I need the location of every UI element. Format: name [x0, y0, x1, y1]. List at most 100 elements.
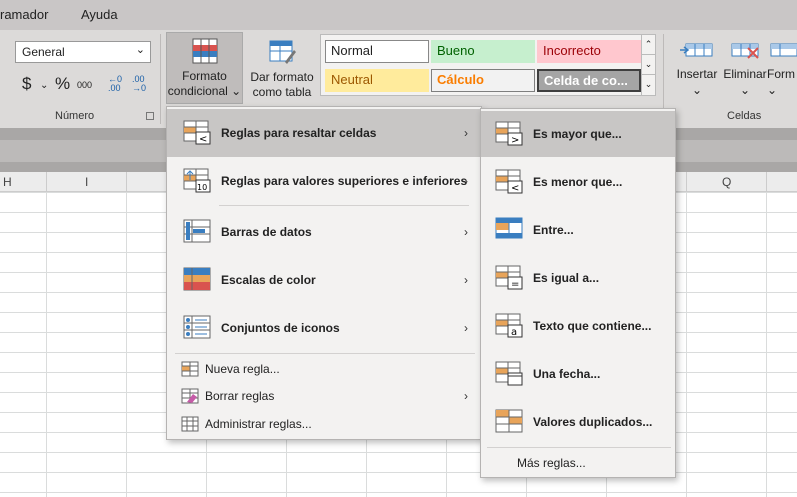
- svg-text:<: <: [199, 134, 207, 145]
- top-bottom-rules-icon: 10: [183, 168, 211, 193]
- menu-item-new-rule[interactable]: Nueva regla...: [167, 357, 481, 381]
- submenu-item-label: Valores duplicados...: [533, 415, 653, 429]
- chevron-down-icon: ⌄: [739, 83, 751, 97]
- column-header-q[interactable]: Q: [722, 175, 731, 189]
- menu-item-label: Escalas de color: [221, 273, 316, 287]
- chevron-down-icon: ⌄: [135, 44, 145, 56]
- conditional-format-icon: [192, 38, 217, 64]
- highlight-rules-submenu: > Es mayor que... < Es menor que... Entr…: [480, 108, 676, 478]
- submenu-item-more-rules[interactable]: Más reglas...: [481, 451, 675, 475]
- equal-to-icon: =: [495, 265, 523, 290]
- column-header-i[interactable]: I: [85, 175, 88, 189]
- chevron-right-icon: ›: [464, 174, 468, 188]
- conditional-format-menu: < Reglas para resaltar celdas › 10 Regla…: [166, 106, 482, 440]
- chevron-down-icon[interactable]: ⌄: [40, 80, 48, 91]
- number-group-label: Número: [55, 110, 95, 122]
- submenu-item-greater-than[interactable]: > Es mayor que...: [481, 111, 675, 157]
- styles-scroll[interactable]: ⌃ ⌄ ⌄: [641, 34, 656, 96]
- menu-bar: ramador Ayuda: [0, 0, 797, 30]
- svg-text:10: 10: [197, 183, 207, 192]
- duplicate-values-icon: [495, 409, 523, 433]
- menu-item-data-bars[interactable]: Barras de datos ›: [167, 208, 481, 256]
- submenu-item-between[interactable]: Entre...: [481, 207, 675, 253]
- submenu-item-label: Es mayor que...: [533, 127, 622, 141]
- submenu-item-text-contains[interactable]: a Texto que contiene...: [481, 303, 675, 349]
- calendar-icon: [495, 361, 523, 386]
- decrease-decimal-button[interactable]: .00 →0: [132, 75, 146, 93]
- insert-button[interactable]: Insertar ⌄: [673, 40, 721, 98]
- chevron-down-icon: ⌄: [691, 83, 703, 97]
- submenu-item-label: Entre...: [533, 223, 574, 237]
- menu-item-highlight-rules[interactable]: < Reglas para resaltar celdas ›: [167, 109, 481, 157]
- number-format-select[interactable]: General ⌄: [15, 41, 151, 63]
- style-incorrecto[interactable]: Incorrecto: [537, 40, 641, 63]
- submenu-item-label: Más reglas...: [517, 456, 586, 470]
- conditional-format-label-2: condicional: [167, 84, 228, 98]
- eraser-icon: [181, 388, 199, 404]
- submenu-item-date[interactable]: Una fecha...: [481, 351, 675, 397]
- conditional-format-button[interactable]: Formato condicional ⌄: [166, 32, 243, 104]
- format-table-icon: [269, 40, 296, 64]
- style-normal[interactable]: Normal: [325, 40, 429, 63]
- menu-item-label: Administrar reglas...: [205, 417, 312, 431]
- text-contains-icon: a: [495, 313, 523, 338]
- format-cells-icon: [770, 43, 797, 57]
- submenu-item-equal-to[interactable]: = Es igual a...: [481, 255, 675, 301]
- style-bueno[interactable]: Bueno: [431, 40, 535, 63]
- cell-styles-gallery: Normal Bueno Incorrecto Neutral Cálculo …: [320, 34, 642, 96]
- format-cells-label: Form: [767, 67, 795, 81]
- format-cells-button[interactable]: Form ⌄: [767, 40, 797, 98]
- thousands-button[interactable]: 000: [77, 80, 92, 90]
- separator: [175, 353, 475, 354]
- submenu-item-duplicates[interactable]: Valores duplicados...: [481, 399, 675, 445]
- format-table-label-2: como tabla: [252, 85, 312, 99]
- separator: [160, 34, 161, 124]
- number-dialog-launcher-icon[interactable]: [146, 112, 154, 120]
- chevron-right-icon: ›: [464, 126, 468, 140]
- menu-item-color-scales[interactable]: Escalas de color ›: [167, 256, 481, 304]
- chevron-right-icon: ›: [464, 273, 468, 287]
- chevron-right-icon: ›: [464, 389, 468, 403]
- menu-item-label: Conjuntos de iconos: [221, 321, 340, 335]
- delete-label: Eliminar: [723, 67, 767, 81]
- menu-item-icon-sets[interactable]: Conjuntos de iconos ›: [167, 304, 481, 352]
- menu-item-top-bottom-rules[interactable]: 10 Reglas para valores superiores e infe…: [167, 157, 481, 205]
- svg-text:a: a: [511, 327, 517, 338]
- chevron-up-icon[interactable]: ⌃: [642, 35, 655, 55]
- percent-button[interactable]: %: [55, 74, 70, 94]
- highlight-rules-icon: <: [183, 120, 211, 145]
- menu-item-manage-rules[interactable]: Administrar reglas...: [167, 412, 481, 436]
- style-neutral[interactable]: Neutral: [325, 69, 429, 92]
- currency-button[interactable]: $: [22, 74, 31, 94]
- more-icon[interactable]: ⌄: [642, 75, 655, 95]
- less-than-icon: <: [495, 169, 523, 194]
- submenu-item-label: Texto que contiene...: [533, 319, 652, 333]
- chevron-down-icon[interactable]: ⌄: [642, 55, 655, 75]
- chevron-down-icon: ⌄: [231, 84, 242, 98]
- menu-item-clear-rules[interactable]: Borrar reglas ›: [167, 384, 481, 408]
- submenu-item-less-than[interactable]: < Es menor que...: [481, 159, 675, 205]
- style-calculo[interactable]: Cálculo: [431, 69, 535, 92]
- menu-ayuda[interactable]: Ayuda: [81, 7, 118, 22]
- submenu-item-label: Es menor que...: [533, 175, 623, 189]
- column-header-h[interactable]: H: [3, 175, 12, 189]
- column-divider: [126, 172, 127, 192]
- menu-item-label: Barras de datos: [221, 225, 312, 239]
- chevron-down-icon: ⌄: [767, 83, 778, 97]
- menu-programador[interactable]: ramador: [0, 7, 48, 22]
- column-divider: [766, 172, 767, 192]
- delete-button[interactable]: Eliminar ⌄: [721, 40, 769, 98]
- svg-text:=: =: [511, 279, 519, 290]
- style-celda-control[interactable]: Celda de co...: [537, 69, 641, 92]
- format-as-table-button[interactable]: Dar formato como tabla ⌄: [246, 32, 318, 114]
- format-table-label-1: Dar formato: [250, 70, 314, 84]
- svg-text:<: <: [511, 183, 519, 194]
- insert-cells-icon: [680, 43, 713, 57]
- menu-item-label: Reglas para valores superiores e inferio…: [221, 174, 468, 188]
- cells-group-label: Celdas: [727, 110, 762, 122]
- chevron-right-icon: ›: [464, 321, 468, 335]
- increase-decimal-button[interactable]: ←0 .00: [108, 75, 122, 93]
- data-bars-icon: [183, 219, 211, 243]
- icon-sets-icon: [183, 315, 211, 339]
- conditional-format-label-1: Formato: [182, 69, 227, 83]
